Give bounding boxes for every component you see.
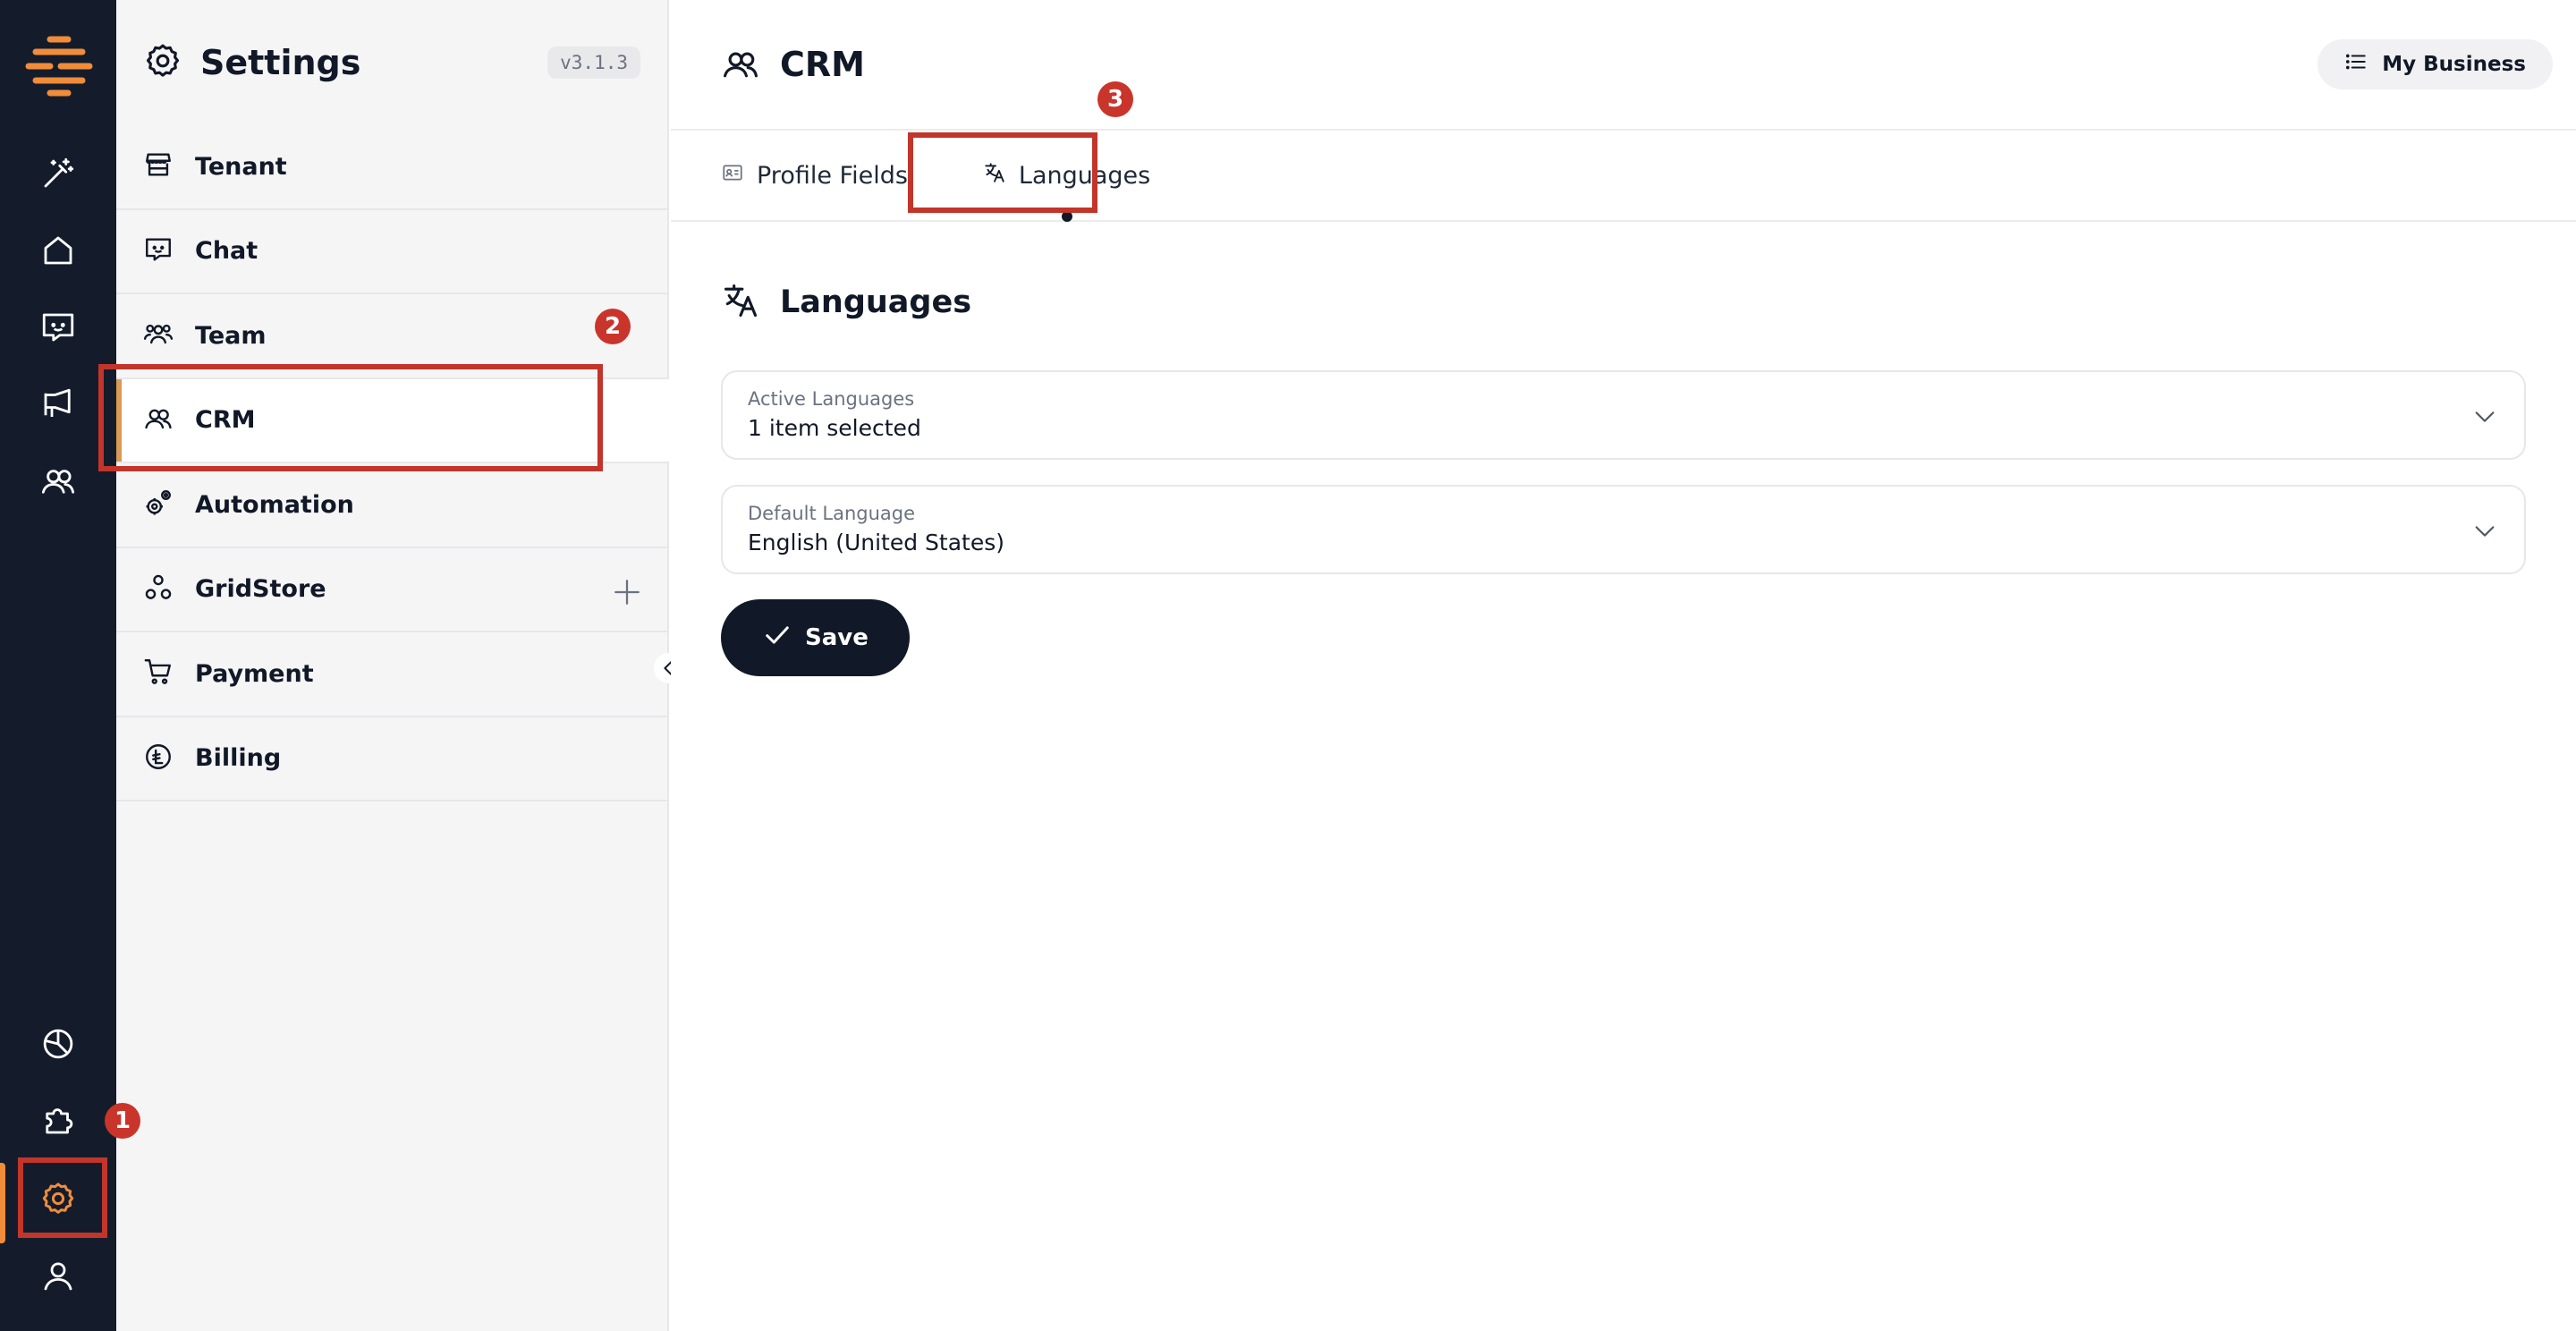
active-languages-select[interactable]: Active Languages 1 item selected [721,370,2526,460]
annotation-box-settings [18,1157,107,1238]
sidebar-title: Settings [200,43,361,82]
cogs-icon [143,487,174,521]
sidebar-item-automation[interactable]: Automation [116,463,667,548]
sidebar-item-billing[interactable]: Billing [116,717,667,801]
sidebar-item-label: Payment [195,659,314,688]
sidebar-item-tenant[interactable]: Tenant [116,125,667,210]
translate-icon [721,281,760,324]
users-icon [721,45,760,84]
brand-logo-icon[interactable] [23,30,95,102]
annotation-badge-1: 1 [105,1103,140,1139]
section-header: Languages [721,281,2526,324]
add-gridstore-icon[interactable] [612,577,640,605]
sidebar-item-label: GridStore [195,575,326,604]
check-icon [764,622,791,655]
chevron-down-icon [2475,526,2495,537]
id-card-icon [721,161,744,191]
sidebar-item-gridstore[interactable]: GridStore [116,548,667,632]
sidebar-header: Settings v3.1.3 [116,0,667,125]
section-title: Languages [780,284,972,320]
sidebar-item-label: Team [195,321,267,350]
settings-gear-icon [143,41,182,84]
settings-sidebar: Settings v3.1.3 Tenant Chat Team CRM Aut… [116,0,669,1331]
list-icon [2344,50,2368,79]
default-language-select[interactable]: Default Language English (United States) [721,485,2526,574]
field-value: 1 item selected [748,415,921,441]
save-button[interactable]: Save [721,599,910,676]
cart-icon [143,657,174,691]
sidebar-item-chat[interactable]: Chat [116,210,667,294]
tab-label: Profile Fields [757,161,908,190]
sidebar-item-label: Billing [195,744,282,773]
sidebar-item-label: Chat [195,237,258,266]
save-label: Save [805,624,869,651]
team-icon [143,318,174,352]
sidebar-item-payment[interactable]: Payment [116,632,667,717]
sidebar-item-label: Automation [195,490,354,519]
my-business-label: My Business [2382,53,2526,76]
page-title: CRM [780,45,865,84]
nodes-icon [143,572,174,606]
puzzle-icon[interactable] [31,1093,85,1147]
page-header: CRM My Business [671,0,2576,131]
annotation-box-languages-tab [908,132,1097,213]
rail-active-indicator [0,1163,5,1243]
users-icon[interactable] [31,454,85,508]
sidebar-item-label: Tenant [195,152,287,181]
user-icon[interactable] [31,1249,85,1302]
magic-wand-icon[interactable] [31,147,85,200]
field-label: Active Languages [748,388,915,410]
home-icon[interactable] [31,224,85,277]
coin-icon [143,742,174,776]
chat-icon [143,234,174,268]
app-rail [0,0,116,1331]
chat-icon[interactable] [31,301,85,354]
field-label: Default Language [748,503,916,524]
version-badge: v3.1.3 [547,47,640,79]
annotation-badge-3: 3 [1097,81,1133,117]
pie-chart-icon[interactable] [31,1017,85,1071]
megaphone-icon[interactable] [31,377,85,431]
my-business-button[interactable]: My Business [2318,39,2553,89]
annotation-box-crm [98,364,603,471]
field-value: English (United States) [748,530,1005,555]
annotation-badge-2: 2 [595,309,631,344]
tab-profile-fields[interactable]: Profile Fields [721,137,931,214]
languages-section: Languages Active Languages 1 item select… [671,222,2576,676]
store-icon [143,149,174,183]
chevron-down-icon [2475,411,2495,422]
